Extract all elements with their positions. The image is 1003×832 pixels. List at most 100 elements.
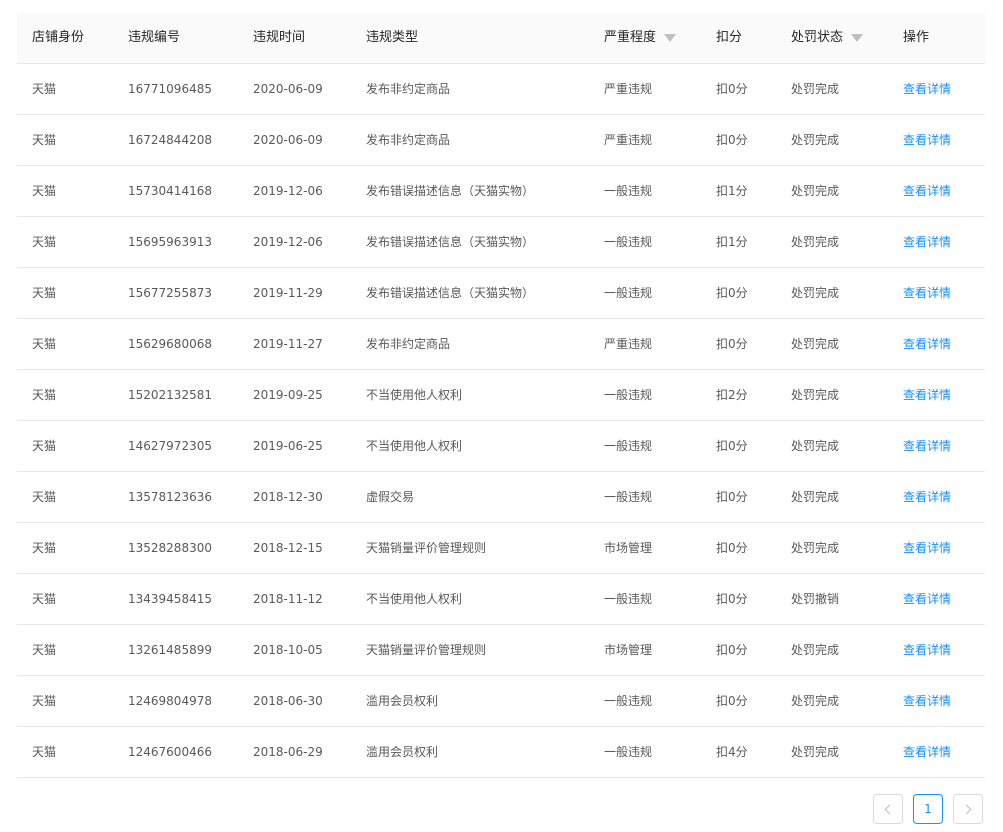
col-header-penalty-status: 处罚状态 (791, 13, 864, 63)
prev-page-button[interactable] (873, 794, 903, 824)
cell-violation-id: 15629680068 (128, 337, 212, 351)
cell-severity: 一般违规 (604, 592, 653, 606)
cell-violation-time: 2019-09-25 (253, 388, 323, 402)
page-number-button[interactable]: 1 (913, 794, 943, 824)
cell-violation-id: 13439458415 (128, 592, 212, 606)
cell-violation-type: 发布非约定商品 (366, 82, 451, 96)
cell-violation-id: 13261485899 (128, 643, 212, 657)
cell-points: 扣1分 (716, 235, 748, 249)
col-header-severity-label: 严重程度 (604, 30, 657, 45)
cell-violation-type: 天猫销量评价管理规则 (366, 643, 487, 657)
cell-violation-type: 发布非约定商品 (366, 337, 451, 351)
cell-violation-time: 2019-11-27 (253, 337, 323, 351)
cell-points: 扣0分 (716, 694, 748, 708)
view-details-link[interactable]: 查看详情 (903, 370, 951, 420)
table-row: 天猫 15677255873 2019-11-29 发布错误描述信息（天猫实物） 一般违… (17, 268, 985, 319)
cell-penalty-status: 处罚完成 (791, 694, 840, 708)
view-details-link[interactable]: 查看详情 (903, 319, 951, 369)
view-details-link[interactable]: 查看详情 (903, 472, 951, 522)
cell-violation-id: 15202132581 (128, 388, 212, 402)
table-row: 天猫 13439458415 2018-11-12 不当使用他人权利 一般违规 扣0分 处罚… (17, 574, 985, 625)
filter-icon[interactable] (851, 34, 864, 42)
view-details-link[interactable]: 查看详情 (903, 574, 951, 624)
cell-penalty-status: 处罚完成 (791, 490, 840, 504)
cell-violation-time: 2020-06-09 (253, 82, 323, 96)
cell-penalty-status: 处罚完成 (791, 541, 840, 555)
view-details-link[interactable]: 查看详情 (903, 727, 951, 777)
chevron-left-icon (884, 804, 895, 815)
cell-shop: 天猫 (32, 592, 57, 606)
cell-points: 扣2分 (716, 388, 748, 402)
col-header-violation-type: 违规类型 (366, 30, 419, 45)
cell-severity: 一般违规 (604, 694, 653, 708)
cell-points: 扣0分 (716, 286, 748, 300)
cell-points: 扣0分 (716, 439, 748, 453)
cell-violation-type: 发布错误描述信息（天猫实物） (366, 235, 535, 249)
cell-shop: 天猫 (32, 643, 57, 657)
table-row: 天猫 16724844208 2020-06-09 发布非约定商品 严重违规 扣0分 处罚完… (17, 115, 985, 166)
view-details-link[interactable]: 查看详情 (903, 268, 951, 318)
cell-shop: 天猫 (32, 694, 57, 708)
table-row: 天猫 12467600466 2018-06-29 滥用会员权利 一般违规 扣4分 处罚完成… (17, 727, 985, 778)
cell-penalty-status: 处罚完成 (791, 184, 840, 198)
cell-penalty-status: 处罚完成 (791, 133, 840, 147)
cell-severity: 一般违规 (604, 235, 653, 249)
filter-icon[interactable] (664, 34, 677, 42)
cell-violation-time: 2018-12-30 (253, 490, 323, 504)
cell-violation-type: 滥用会员权利 (366, 745, 439, 759)
cell-violation-time: 2019-12-06 (253, 184, 323, 198)
table-row: 天猫 14627972305 2019-06-25 不当使用他人权利 一般违规 扣0分 处罚… (17, 421, 985, 472)
view-details-link[interactable]: 查看详情 (903, 115, 951, 165)
cell-violation-time: 2018-06-30 (253, 694, 323, 708)
chevron-right-icon (961, 804, 972, 815)
cell-points: 扣0分 (716, 133, 748, 147)
view-details-link[interactable]: 查看详情 (903, 166, 951, 216)
cell-penalty-status: 处罚完成 (791, 82, 840, 96)
cell-penalty-status: 处罚撤销 (791, 592, 840, 606)
cell-violation-type: 发布错误描述信息（天猫实物） (366, 184, 535, 198)
cell-violation-time: 2019-11-29 (253, 286, 323, 300)
cell-shop: 天猫 (32, 184, 57, 198)
cell-severity: 一般违规 (604, 745, 653, 759)
cell-violation-time: 2020-06-09 (253, 133, 323, 147)
view-details-link[interactable]: 查看详情 (903, 64, 951, 114)
table-row: 天猫 13261485899 2018-10-05 天猫销量评价管理规则 市场管理 扣0分… (17, 625, 985, 676)
table-row: 天猫 15629680068 2019-11-27 发布非约定商品 严重违规 扣0分 处罚完… (17, 319, 985, 370)
table-row: 天猫 16771096485 2020-06-09 发布非约定商品 严重违规 扣0分 处罚完… (17, 64, 985, 115)
cell-points: 扣0分 (716, 541, 748, 555)
view-details-link[interactable]: 查看详情 (903, 676, 951, 726)
cell-shop: 天猫 (32, 337, 57, 351)
cell-penalty-status: 处罚完成 (791, 745, 840, 759)
table-row: 天猫 15695963913 2019-12-06 发布错误描述信息（天猫实物） 一般违… (17, 217, 985, 268)
cell-points: 扣0分 (716, 82, 748, 96)
cell-penalty-status: 处罚完成 (791, 286, 840, 300)
view-details-link[interactable]: 查看详情 (903, 217, 951, 267)
table-row: 天猫 13528288300 2018-12-15 天猫销量评价管理规则 市场管理 扣0分… (17, 523, 985, 574)
violation-records-panel: 店铺身份 违规编号 违规时间 违规类型 严重程度 扣分 处罚状态 操作 天猫 16… (0, 0, 1003, 832)
table-row: 天猫 12469804978 2018-06-30 滥用会员权利 一般违规 扣0分 处罚完成… (17, 676, 985, 727)
col-header-violation-time: 违规时间 (253, 30, 306, 45)
table-row: 天猫 13578123636 2018-12-30 虚假交易 一般违规 扣0分 处罚完成 查看… (17, 472, 985, 523)
cell-penalty-status: 处罚完成 (791, 235, 840, 249)
cell-violation-id: 14627972305 (128, 439, 212, 453)
cell-violation-time: 2018-06-29 (253, 745, 323, 759)
cell-violation-id: 16771096485 (128, 82, 212, 96)
cell-severity: 严重违规 (604, 133, 653, 147)
cell-violation-type: 天猫销量评价管理规则 (366, 541, 487, 555)
cell-severity: 一般违规 (604, 388, 653, 402)
cell-violation-type: 不当使用他人权利 (366, 592, 463, 606)
cell-violation-time: 2019-06-25 (253, 439, 323, 453)
cell-shop: 天猫 (32, 439, 57, 453)
view-details-link[interactable]: 查看详情 (903, 421, 951, 471)
view-details-link[interactable]: 查看详情 (903, 625, 951, 675)
cell-violation-id: 12467600466 (128, 745, 212, 759)
cell-shop: 天猫 (32, 388, 57, 402)
table-row: 天猫 15202132581 2019-09-25 不当使用他人权利 一般违规 扣2分 处罚… (17, 370, 985, 421)
view-details-link[interactable]: 查看详情 (903, 523, 951, 573)
next-page-button[interactable] (953, 794, 983, 824)
cell-points: 扣0分 (716, 490, 748, 504)
cell-shop: 天猫 (32, 235, 57, 249)
col-header-action: 操作 (903, 30, 930, 45)
col-header-shop: 店铺身份 (32, 30, 85, 45)
cell-shop: 天猫 (32, 541, 57, 555)
